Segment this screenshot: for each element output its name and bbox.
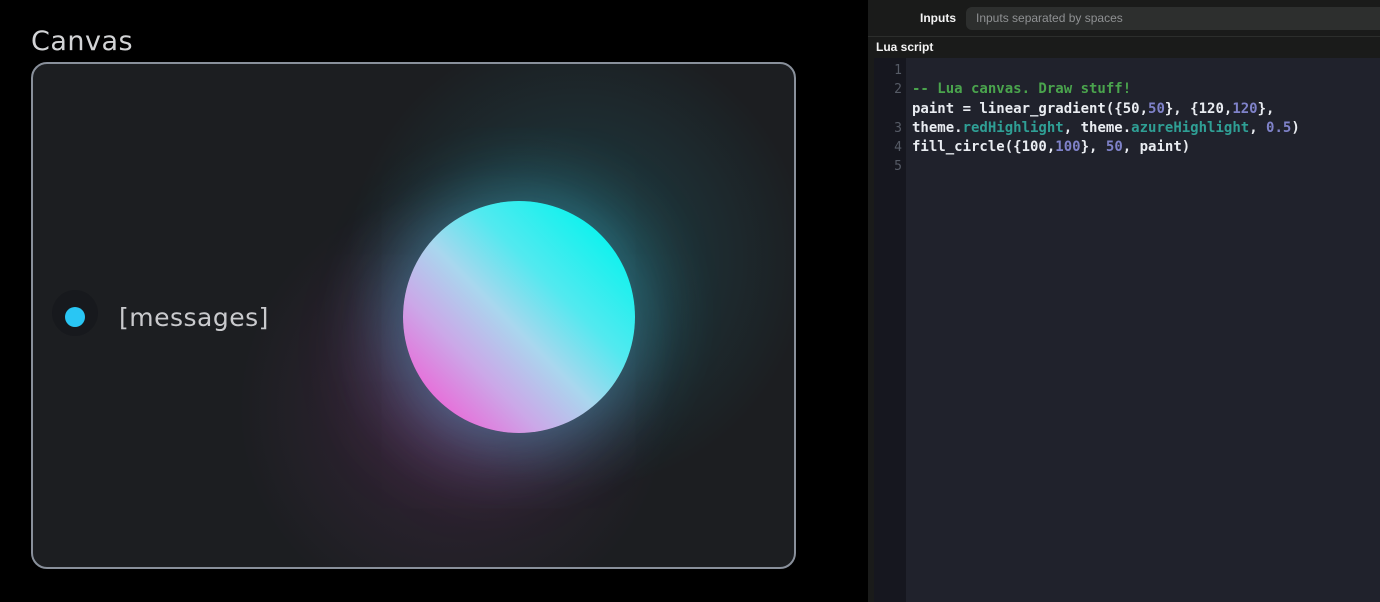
code-line: theme.redHighlight, theme.azureHighlight… [912,119,1380,138]
code-token: ) [1291,120,1299,136]
editor-gutter: 12 345 [874,58,906,602]
line-number: 5 [874,157,902,176]
code-token: , theme. [1064,120,1131,136]
canvas-region: Canvas [messages] [0,0,868,602]
lua-editor[interactable]: 12 345 -- Lua canvas. Draw stuff! paint = … [868,58,1380,602]
code-token: fill_circle({100, [912,139,1055,155]
canvas-surface[interactable]: [messages] [31,62,796,569]
inputs-input[interactable] [966,7,1380,30]
code-token: 100 [1055,139,1080,155]
line-number: 2 [874,80,902,99]
code-token: paint = linear_gradient({50, [912,101,1148,117]
code-token: -- Lua canvas. Draw stuff! [912,81,1131,97]
editor-code[interactable]: -- Lua canvas. Draw stuff! paint = linear… [906,58,1380,602]
code-token: 0.5 [1266,120,1291,136]
code-line [912,61,1380,80]
script-panel: Inputs Lua script 12 345 -- Lua canvas. D… [868,0,1380,602]
line-number [874,100,902,119]
code-token: , [1249,120,1266,136]
messages-label: [messages] [119,303,269,332]
code-line: -- Lua canvas. Draw stuff! [912,80,1380,99]
code-token: theme. [912,120,963,136]
code-line [912,157,1380,176]
marker-dot [65,307,85,327]
lua-script-label: Lua script [868,37,1380,58]
line-number: 4 [874,138,902,157]
code-token: }, [1258,101,1275,117]
code-token: 120 [1232,101,1257,117]
inputs-row: Inputs [868,0,1380,37]
inputs-label: Inputs [920,11,956,25]
code-token: redHighlight [963,120,1064,136]
gradient-circle [403,201,635,433]
code-token: }, {120, [1165,101,1232,117]
code-token: 50 [1106,139,1123,155]
marker-dot-background [52,290,98,336]
code-token: }, [1081,139,1106,155]
line-number: 3 [874,119,902,138]
code-token: , paint) [1123,139,1190,155]
code-line: paint = linear_gradient({50,50}, {120,12… [912,100,1380,119]
canvas-title: Canvas [31,26,133,57]
code-token: azureHighlight [1131,120,1249,136]
line-number: 1 [874,61,902,80]
code-line: fill_circle({100,100}, 50, paint) [912,138,1380,157]
code-token: 50 [1148,101,1165,117]
app-root: Canvas [messages] Inputs Lua script 12 34… [0,0,1380,602]
